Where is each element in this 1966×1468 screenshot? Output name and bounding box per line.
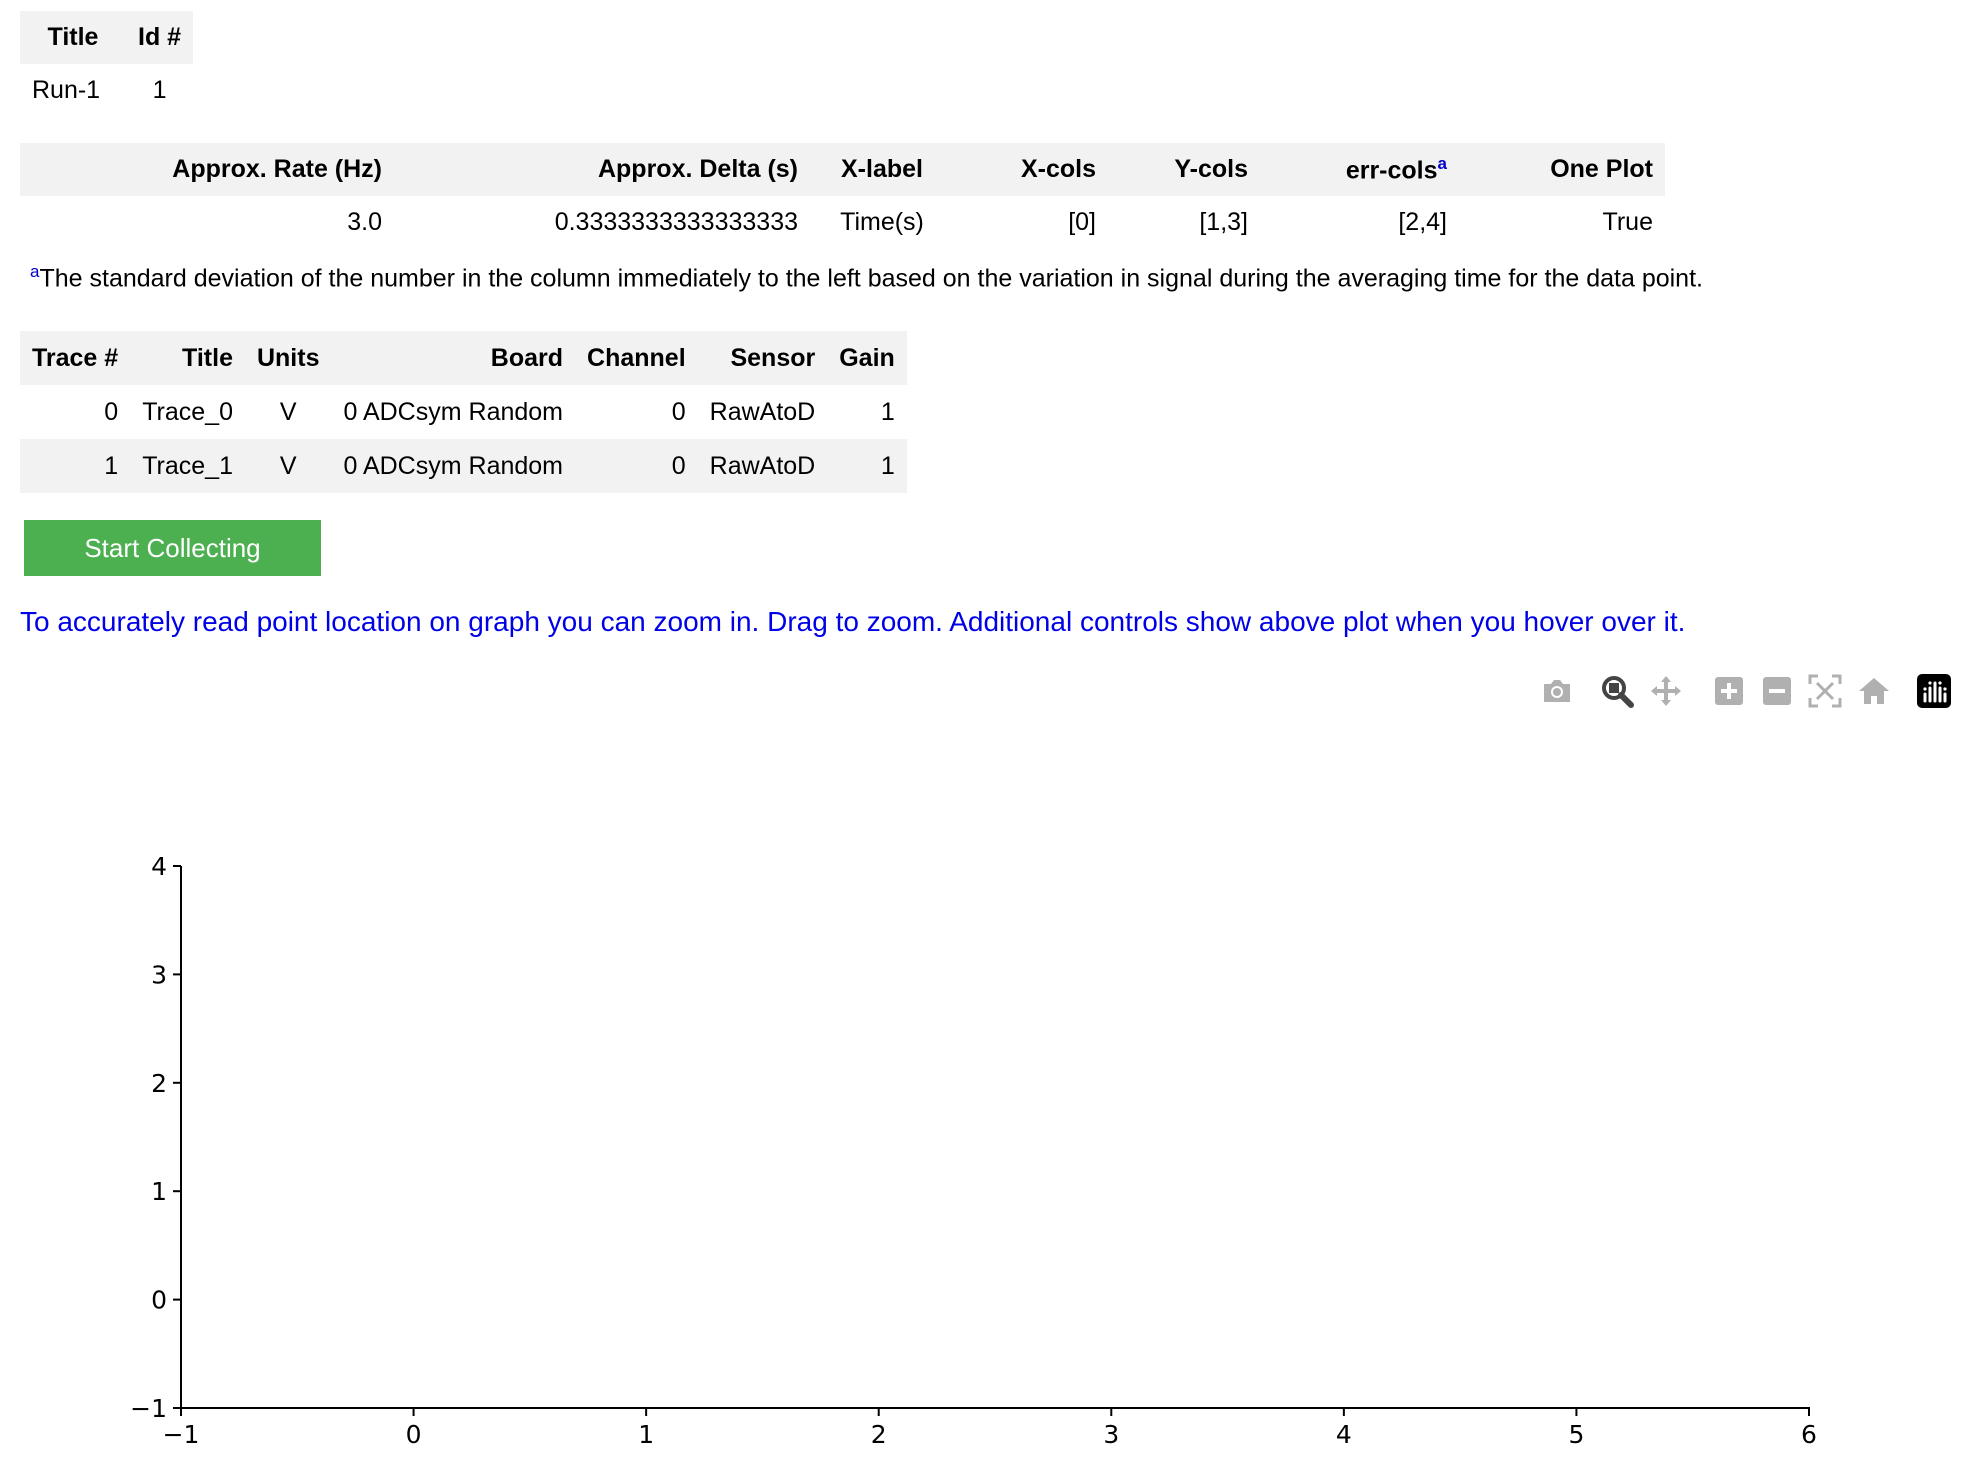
x-tick-label: 6 <box>1801 1420 1817 1449</box>
y-tick-label: 3 <box>151 960 167 989</box>
x-tick-label: 0 <box>406 1420 422 1449</box>
x-tick-label: 2 <box>871 1420 887 1449</box>
x-tick-label: 4 <box>1336 1420 1352 1449</box>
empty-plot[interactable]: −1 0 1 2 3 4 5 6 −1 0 1 2 3 4 <box>0 0 1966 1468</box>
x-tick-label: 5 <box>1568 1420 1584 1449</box>
x-tick-label: −1 <box>163 1420 200 1449</box>
x-tick-label: 1 <box>638 1420 654 1449</box>
y-tick-label: 0 <box>151 1286 167 1315</box>
y-tick-label: 1 <box>151 1177 167 1206</box>
y-tick-label: −1 <box>130 1394 167 1423</box>
y-tick-label: 2 <box>151 1069 167 1098</box>
y-tick-label: 4 <box>151 852 167 881</box>
x-tick-label: 3 <box>1103 1420 1119 1449</box>
